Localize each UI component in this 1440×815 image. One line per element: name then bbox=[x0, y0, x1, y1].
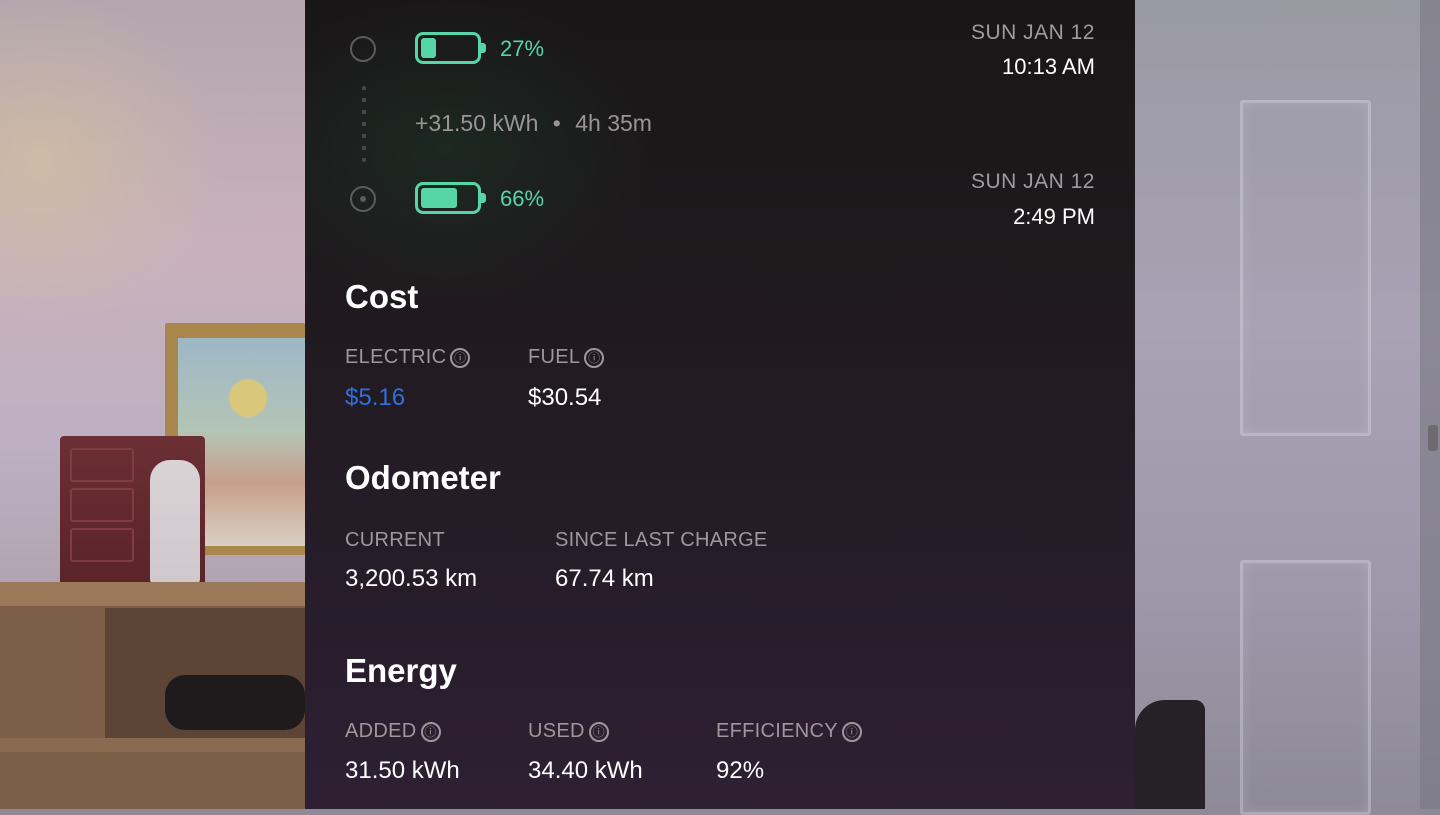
info-icon[interactable]: ⓘ bbox=[420, 722, 441, 742]
energy-added: 31.50 kWh bbox=[345, 757, 460, 784]
shelf-top bbox=[0, 582, 305, 606]
current-label: CURRENT bbox=[345, 529, 445, 551]
info-icon[interactable]: ⓘ bbox=[841, 722, 862, 742]
fuel-cost: $30.54 bbox=[528, 384, 602, 411]
info-icon[interactable]: ⓘ bbox=[588, 722, 609, 742]
start-date: SUN JAN 12 bbox=[970, 21, 1095, 44]
cost-title: Cost bbox=[345, 278, 419, 315]
dark-cloth bbox=[165, 675, 305, 730]
timeline-start-circle-icon bbox=[350, 36, 376, 62]
timeline-connector bbox=[362, 86, 366, 162]
door-knob bbox=[1428, 425, 1438, 451]
end-time: 2:49 PM bbox=[1013, 204, 1095, 229]
charge-session-panel[interactable]: 27% SUN JAN 12 10:13 AM +31.50 kWh • 4h … bbox=[305, 0, 1135, 809]
end-percent: 66% bbox=[500, 186, 545, 211]
door-panel-lower bbox=[1240, 560, 1371, 815]
start-percent: 27% bbox=[500, 36, 545, 61]
delta-separator: • bbox=[552, 110, 561, 136]
info-icon[interactable]: ⓘ bbox=[584, 348, 605, 368]
efficiency-label[interactable]: EFFICIENCY ⓘ bbox=[716, 720, 862, 743]
start-time: 10:13 AM bbox=[1002, 54, 1095, 79]
figurine bbox=[150, 460, 200, 585]
session-delta: +31.50 kWh • 4h 35m bbox=[415, 110, 652, 137]
efficiency-value: 92% bbox=[716, 757, 765, 784]
battery-start-icon bbox=[415, 32, 486, 64]
timeline-end-circle-icon bbox=[350, 186, 376, 212]
battery-end-icon bbox=[415, 182, 486, 214]
info-icon[interactable]: ⓘ bbox=[450, 348, 471, 368]
electric-label[interactable]: ELECTRIC ⓘ bbox=[345, 346, 471, 369]
energy-used: 34.40 kWh bbox=[528, 757, 643, 784]
dark-object bbox=[1135, 700, 1205, 809]
used-label[interactable]: USED ⓘ bbox=[528, 720, 609, 743]
door-panel-upper bbox=[1240, 100, 1371, 436]
odometer-title: Odometer bbox=[345, 459, 501, 496]
current-odometer: 3,200.53 km bbox=[345, 565, 478, 592]
energy-added-delta: +31.50 kWh bbox=[415, 110, 539, 136]
electric-cost-link[interactable]: $5.16 bbox=[345, 384, 405, 412]
door-frame bbox=[1420, 0, 1440, 809]
since-last-charge-value: 67.74 km bbox=[555, 565, 654, 592]
added-label[interactable]: ADDED ⓘ bbox=[345, 720, 441, 743]
shelf-board bbox=[0, 738, 305, 752]
end-date: SUN JAN 12 bbox=[970, 170, 1095, 193]
energy-title: Energy bbox=[345, 652, 457, 689]
fuel-label[interactable]: FUEL ⓘ bbox=[528, 346, 605, 369]
since-last-charge-label: SINCE LAST CHARGE bbox=[555, 529, 768, 551]
session-duration: 4h 35m bbox=[575, 110, 652, 136]
